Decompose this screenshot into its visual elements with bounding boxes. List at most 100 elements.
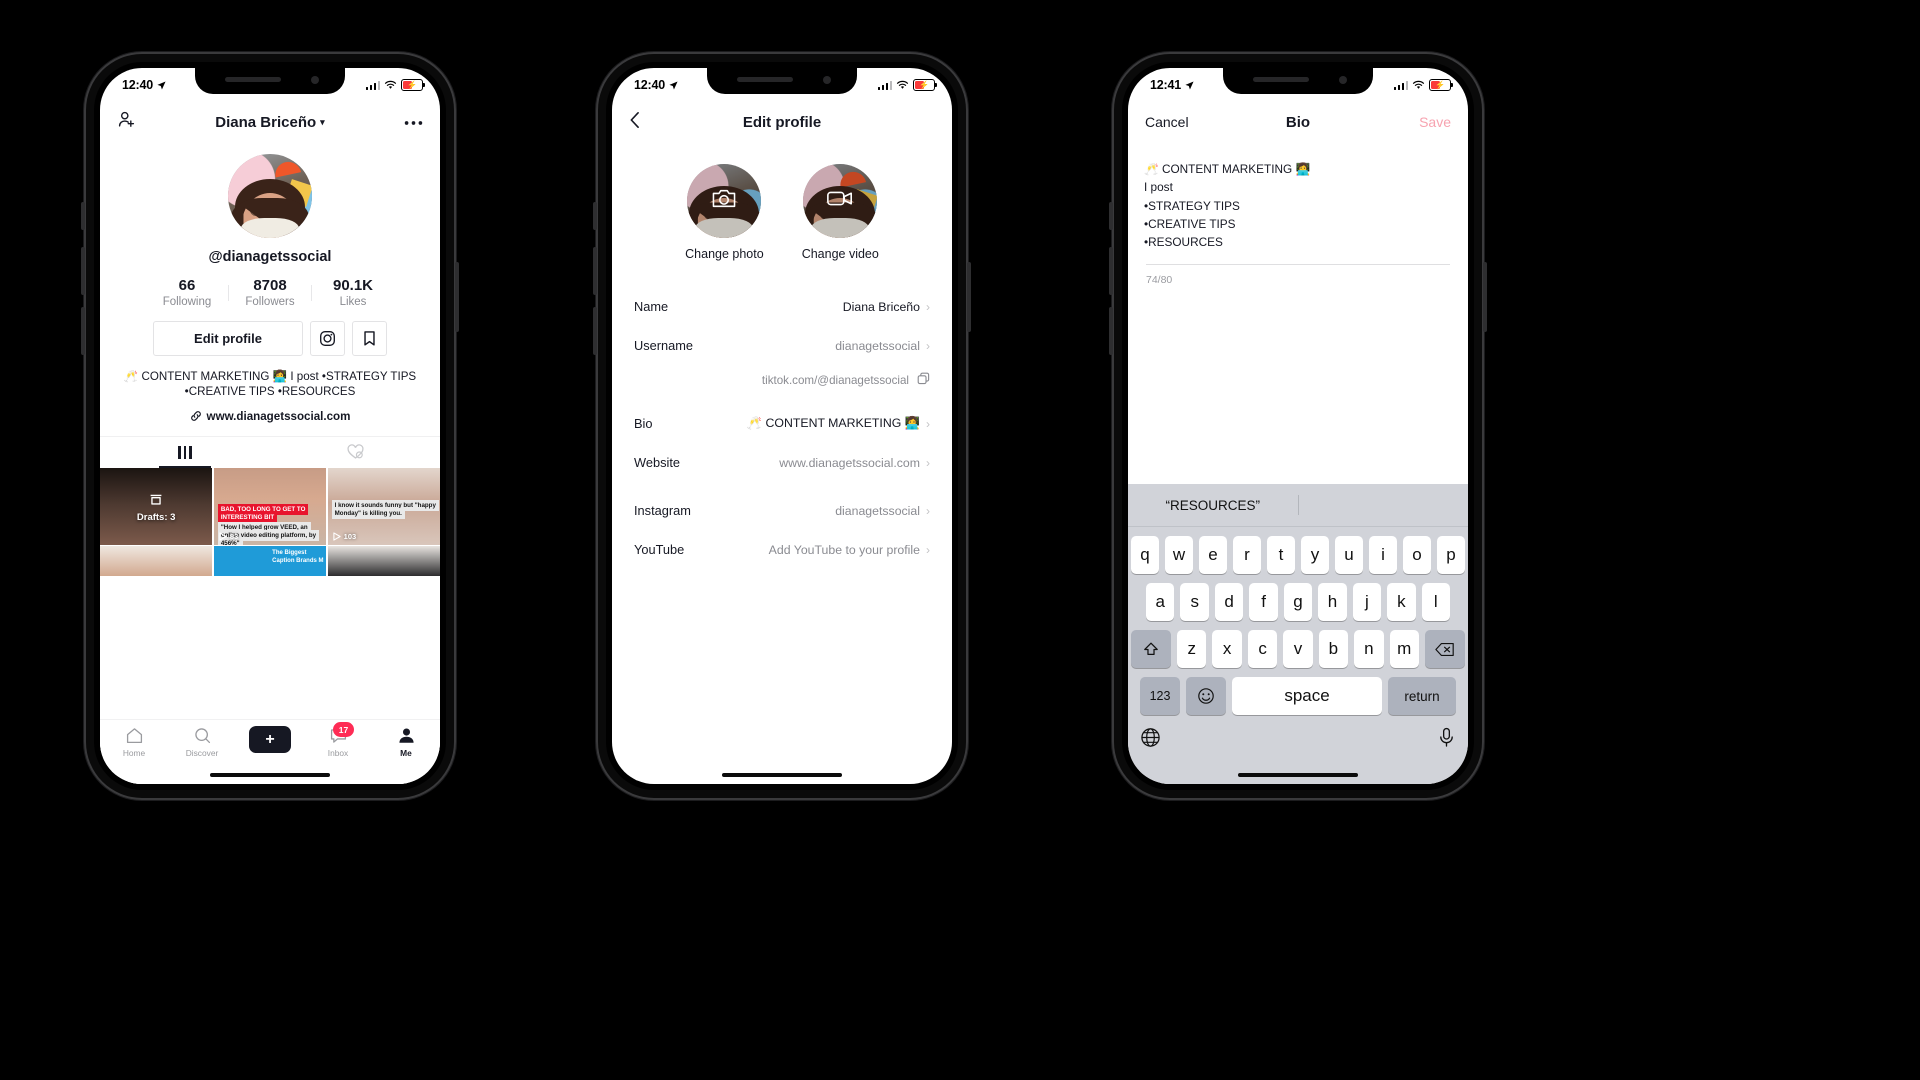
stat-followers[interactable]: 8708 Followers xyxy=(229,277,311,308)
key-i[interactable]: i xyxy=(1369,536,1397,574)
power-button xyxy=(455,262,459,332)
numbers-key[interactable]: 123 xyxy=(1140,677,1180,715)
key-f[interactable]: f xyxy=(1249,583,1278,621)
key-k[interactable]: k xyxy=(1387,583,1416,621)
change-photo-action[interactable]: Change photo xyxy=(685,164,764,261)
speaker-grille xyxy=(1253,77,1309,82)
key-m[interactable]: m xyxy=(1389,630,1419,668)
save-button[interactable]: Save xyxy=(1419,114,1451,130)
backspace-icon[interactable] xyxy=(1424,630,1465,668)
key-g[interactable]: g xyxy=(1283,583,1313,621)
space-key[interactable]: space xyxy=(1232,677,1382,715)
key-o[interactable]: o xyxy=(1403,536,1431,574)
phone-3-bio-editor: 12:41 ⚡ Cancel Bio Save 🥂 CONTENT MARKET… xyxy=(1109,52,1487,800)
video-caption-white: I know it sounds funny but "happy Monday… xyxy=(331,499,439,519)
key-v[interactable]: v xyxy=(1283,630,1313,668)
status-left: 12:40 xyxy=(122,78,166,92)
row-username[interactable]: Username dianagetssocial › xyxy=(612,326,952,365)
status-right: ⚡ xyxy=(1393,79,1454,91)
key-x[interactable]: x xyxy=(1212,630,1242,668)
edit-profile-button[interactable]: Edit profile xyxy=(153,321,303,356)
add-person-icon[interactable] xyxy=(117,110,136,134)
grid-cell-video[interactable]: BAD, TOO LONG TO GET TO INTERESTING BIT … xyxy=(213,467,327,545)
home-icon xyxy=(126,728,142,744)
avatar[interactable] xyxy=(228,154,312,238)
row-website[interactable]: Website www.dianagetssocial.com › xyxy=(612,443,952,482)
stat-following[interactable]: 66 Following xyxy=(146,277,228,308)
key-s[interactable]: s xyxy=(1180,583,1209,621)
row-label: Bio xyxy=(634,416,653,431)
grid-cell-video[interactable]: I know it sounds funny but "happy Monday… xyxy=(327,467,440,545)
key-w[interactable]: w xyxy=(1165,536,1193,574)
more-options-icon[interactable] xyxy=(404,113,423,131)
key-z[interactable]: z xyxy=(1177,630,1207,668)
back-chevron-icon[interactable] xyxy=(629,111,640,134)
copy-icon[interactable] xyxy=(917,372,930,388)
create-plus-button[interactable]: + xyxy=(236,726,304,753)
row-youtube[interactable]: YouTube Add YouTube to your profile › xyxy=(612,530,952,569)
tab-me[interactable]: Me xyxy=(372,726,440,758)
edit-profile-navbar: Edit profile xyxy=(612,102,952,142)
microphone-icon[interactable] xyxy=(1437,727,1456,753)
tab-home[interactable]: Home xyxy=(100,726,168,758)
grid-cell-video[interactable] xyxy=(100,546,213,577)
tab-videos[interactable] xyxy=(100,437,270,468)
keyboard-row-1: q w e r t y u i o p xyxy=(1128,536,1468,574)
grid-cell-drafts[interactable]: Drafts: 3 xyxy=(100,467,213,545)
prediction-suggestion[interactable]: “RESOURCES” xyxy=(1128,498,1298,513)
row-value: www.dianagetssocial.com › xyxy=(779,455,930,470)
status-time: 12:41 xyxy=(1150,78,1181,92)
page-title: Diana Briceño ▾ xyxy=(215,113,325,131)
status-right: ⚡ xyxy=(877,79,938,91)
tab-discover[interactable]: Discover xyxy=(168,726,236,758)
key-j[interactable]: j xyxy=(1352,583,1382,621)
grid-icon xyxy=(178,445,192,459)
key-t[interactable]: t xyxy=(1267,536,1295,574)
globe-icon[interactable] xyxy=(1140,727,1161,753)
bio-edit-area[interactable]: 🥂 CONTENT MARKETING 👩‍💻 I post •STRATEGY… xyxy=(1128,142,1468,286)
row-name[interactable]: Name Diana Briceño › xyxy=(612,287,952,326)
key-h[interactable]: h xyxy=(1318,583,1347,621)
shift-icon[interactable] xyxy=(1131,630,1172,668)
grid-cell-video[interactable] xyxy=(327,546,440,577)
profile-url-row[interactable]: tiktok.com/@dianagetssocial xyxy=(612,365,952,395)
return-key[interactable]: return xyxy=(1388,677,1456,715)
stat-likes[interactable]: 90.1K Likes xyxy=(312,277,394,308)
key-e[interactable]: e xyxy=(1199,536,1227,574)
profile-website[interactable]: www.dianagetssocial.com xyxy=(100,410,440,423)
bookmark-icon[interactable] xyxy=(352,321,387,356)
profile-tabs xyxy=(100,435,440,468)
emoji-icon[interactable] xyxy=(1186,677,1226,715)
row-instagram[interactable]: Instagram dianagetssocial › xyxy=(612,491,952,530)
key-b[interactable]: b xyxy=(1318,630,1349,668)
ios-keyboard: “RESOURCES” q w e r t y u i o p a s d f … xyxy=(1128,484,1468,784)
key-c[interactable]: c xyxy=(1247,630,1278,668)
profile-stats: 66 Following 8708 Followers 90.1K Likes xyxy=(100,277,440,308)
change-video-label: Change video xyxy=(801,247,879,261)
wifi-icon xyxy=(896,80,909,89)
key-y[interactable]: y xyxy=(1301,536,1329,574)
instagram-icon[interactable] xyxy=(310,321,345,356)
bio-textarea[interactable]: 🥂 CONTENT MARKETING 👩‍💻 I post •STRATEGY… xyxy=(1144,160,1452,251)
key-r[interactable]: r xyxy=(1233,536,1261,574)
volume-up-button xyxy=(81,247,85,295)
key-a[interactable]: a xyxy=(1146,583,1175,621)
power-button xyxy=(1483,262,1487,332)
key-p[interactable]: p xyxy=(1437,536,1465,574)
phone-screen-profile: 12:40 ⚡ Diana Briceño ▾ @dianagetssocial… xyxy=(100,68,440,784)
change-video-action[interactable]: Change video xyxy=(802,164,879,261)
key-u[interactable]: u xyxy=(1335,536,1363,574)
key-q[interactable]: q xyxy=(1131,536,1159,574)
key-l[interactable]: l xyxy=(1421,583,1450,621)
tab-liked[interactable] xyxy=(270,437,440,468)
battery-icon: ⚡ xyxy=(401,79,426,91)
home-indicator xyxy=(722,773,842,777)
grid-cell-video[interactable]: The Biggest Caption Brands M xyxy=(213,546,327,577)
bio-editor-navbar: Cancel Bio Save xyxy=(1128,102,1468,142)
tab-inbox[interactable]: Inbox 17 xyxy=(304,722,372,758)
row-bio[interactable]: Bio 🥂 CONTENT MARKETING 👩‍💻 › xyxy=(612,404,952,443)
key-n[interactable]: n xyxy=(1354,630,1384,668)
key-d[interactable]: d xyxy=(1214,583,1244,621)
cancel-button[interactable]: Cancel xyxy=(1145,114,1189,130)
notch xyxy=(195,68,345,94)
